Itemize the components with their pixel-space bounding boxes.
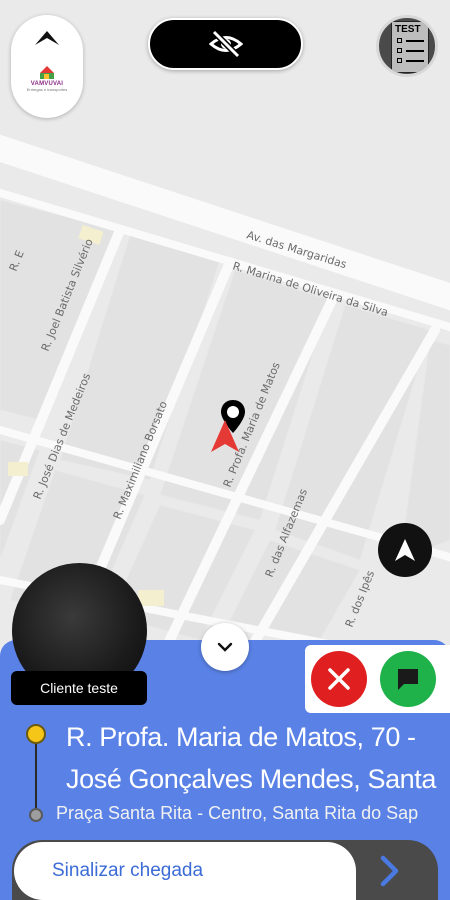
vehicle-arrow-icon	[211, 420, 239, 452]
logo-mark-icon	[40, 66, 54, 79]
chat-bubble-icon	[398, 669, 418, 690]
logo-tagline: Entregas e transportes	[26, 87, 68, 92]
navigate-button[interactable]	[378, 523, 432, 577]
origin-address-line-1: R. Profa. Maria de Matos, 70 -	[66, 722, 416, 752]
origin-address-line-2: José Gonçalves Mendes, Santa	[66, 764, 437, 794]
navigation-arrow-icon	[395, 539, 415, 561]
chevron-down-icon	[217, 642, 233, 652]
route-connector	[35, 738, 37, 814]
collapse-panel-button[interactable]	[201, 623, 249, 671]
test-checklist-button[interactable]: TEST	[376, 15, 438, 77]
destination-marker	[29, 808, 43, 822]
chevron-up-icon	[35, 31, 59, 45]
cancel-trip-button[interactable]	[311, 651, 367, 707]
signal-arrival-button[interactable]: Sinalizar chegada	[14, 842, 356, 900]
trip-actions	[305, 645, 450, 713]
eye-off-icon	[208, 29, 243, 59]
menu-button[interactable]: VAMVUVAI Entregas e transportes	[11, 15, 83, 118]
test-document-icon: TEST	[391, 21, 429, 73]
origin-address: R. Profa. Maria de Matos, 70 - José Gonç…	[66, 716, 450, 800]
signal-arrival-bar[interactable]: Sinalizar chegada	[12, 840, 438, 900]
client-name: Cliente teste	[11, 671, 147, 705]
chevron-right-icon[interactable]	[372, 854, 406, 888]
visibility-toggle-button[interactable]	[148, 18, 303, 70]
destination-address: Praça Santa Rita - Centro, Santa Rita do…	[56, 803, 419, 823]
close-icon	[328, 668, 350, 690]
chat-button[interactable]	[380, 651, 436, 707]
app-logo: VAMVUVAI Entregas e transportes	[19, 65, 75, 105]
origin-marker	[26, 724, 46, 744]
test-label: TEST	[395, 24, 421, 35]
